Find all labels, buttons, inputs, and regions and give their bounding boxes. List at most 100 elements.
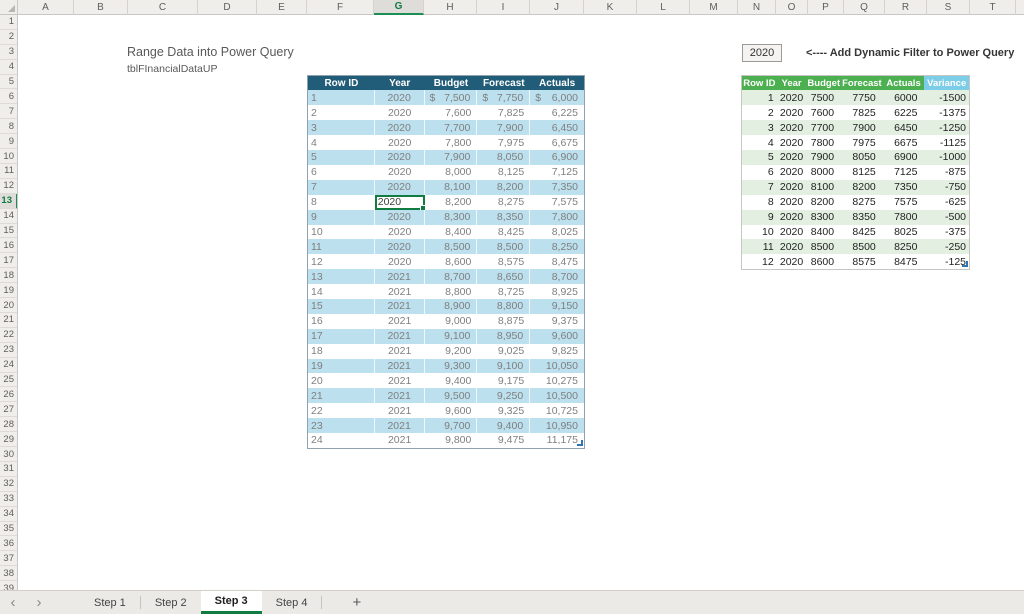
cell[interactable]: 8575: [841, 254, 883, 269]
cell[interactable]: 8425: [841, 225, 883, 240]
cell[interactable]: 8600: [806, 254, 841, 269]
cell[interactable]: 2020: [777, 180, 807, 195]
cell[interactable]: 14: [308, 284, 375, 299]
row-header-19[interactable]: 19: [0, 283, 18, 298]
tab-step-4[interactable]: Step 4: [262, 591, 322, 614]
cell[interactable]: 8,500: [425, 239, 478, 254]
cell[interactable]: 8,725: [477, 284, 530, 299]
cell[interactable]: 8100: [806, 180, 841, 195]
result-header-year[interactable]: Year: [777, 76, 807, 91]
cell[interactable]: 2020: [375, 165, 425, 180]
cell[interactable]: -875: [924, 165, 969, 180]
main-header-actuals[interactable]: Actuals: [530, 76, 584, 91]
cell[interactable]: 6: [308, 165, 375, 180]
column-header-K[interactable]: K: [584, 0, 637, 15]
cell[interactable]: 2021: [375, 388, 425, 403]
row-header-22[interactable]: 22: [0, 328, 18, 343]
cell[interactable]: 17: [308, 329, 375, 344]
cell[interactable]: 7825: [841, 105, 883, 120]
row-header-33[interactable]: 33: [0, 492, 18, 507]
cell[interactable]: 23: [308, 418, 375, 433]
cell[interactable]: 2021: [375, 433, 425, 448]
cell[interactable]: 5: [308, 150, 375, 165]
cell[interactable]: -625: [924, 195, 969, 210]
cell[interactable]: 3: [308, 120, 375, 135]
cell[interactable]: 6675: [883, 135, 925, 150]
cell[interactable]: $6,000: [530, 90, 584, 105]
main-header-row-id[interactable]: Row ID: [308, 76, 375, 91]
cell[interactable]: 9,500: [425, 388, 478, 403]
main-header-budget[interactable]: Budget: [425, 76, 478, 91]
cell[interactable]: 8475: [883, 254, 925, 269]
cell[interactable]: 9,150: [530, 299, 584, 314]
cell[interactable]: 8400: [806, 225, 841, 240]
cell[interactable]: 8,100: [425, 180, 478, 195]
result-header-actuals[interactable]: Actuals: [883, 76, 925, 91]
cell[interactable]: 9,100: [425, 329, 478, 344]
cell[interactable]: -1250: [924, 120, 969, 135]
row-header-6[interactable]: 6: [0, 90, 18, 105]
cell[interactable]: 2020: [777, 90, 807, 105]
cell[interactable]: 7700: [806, 120, 841, 135]
sheet-nav-prev-icon[interactable]: ‹: [0, 591, 26, 614]
cell[interactable]: 11,175: [530, 433, 584, 448]
row-header-28[interactable]: 28: [0, 417, 18, 432]
cell[interactable]: 7,575: [530, 195, 584, 210]
main-table-resize-handle[interactable]: [577, 440, 583, 446]
cell[interactable]: 7975: [841, 135, 883, 150]
row-header-9[interactable]: 9: [0, 134, 18, 149]
cell[interactable]: 2020: [375, 239, 425, 254]
cell[interactable]: 10,950: [530, 418, 584, 433]
cell[interactable]: 7: [742, 180, 777, 195]
cell[interactable]: 7,800: [530, 210, 584, 225]
cell[interactable]: 8,800: [425, 284, 478, 299]
cell[interactable]: 8,650: [477, 269, 530, 284]
row-header-20[interactable]: 20: [0, 298, 18, 313]
cell[interactable]: 21: [308, 388, 375, 403]
row-header-13[interactable]: 13: [0, 194, 18, 209]
cell[interactable]: 7,700: [425, 120, 478, 135]
row-header-21[interactable]: 21: [0, 313, 18, 328]
cell[interactable]: 2020: [777, 210, 807, 225]
cell[interactable]: 9,025: [477, 344, 530, 359]
cell[interactable]: 7800: [883, 210, 925, 225]
cell[interactable]: 8,200: [477, 180, 530, 195]
cell[interactable]: 8500: [841, 239, 883, 254]
result-header-budget[interactable]: Budget: [806, 76, 841, 91]
column-header-J[interactable]: J: [530, 0, 584, 15]
cell[interactable]: 2: [742, 105, 777, 120]
cell[interactable]: 8,600: [425, 254, 478, 269]
cell[interactable]: -1000: [924, 150, 969, 165]
cell[interactable]: 2020: [375, 105, 425, 120]
cell[interactable]: 6000: [883, 90, 925, 105]
select-all-corner[interactable]: [0, 0, 18, 15]
cell[interactable]: 10,725: [530, 403, 584, 418]
cell[interactable]: $7,500: [425, 90, 478, 105]
cell[interactable]: 8275: [841, 195, 883, 210]
row-header-15[interactable]: 15: [0, 224, 18, 239]
column-header-G[interactable]: G: [374, 0, 424, 15]
cell[interactable]: 9,400: [477, 418, 530, 433]
column-header-T[interactable]: T: [970, 0, 1016, 15]
cell[interactable]: 2021: [375, 359, 425, 374]
cell[interactable]: 8025: [883, 225, 925, 240]
cell[interactable]: 6,450: [530, 120, 584, 135]
row-header-26[interactable]: 26: [0, 388, 18, 403]
row-header-23[interactable]: 23: [0, 343, 18, 358]
cell[interactable]: 2021: [375, 418, 425, 433]
cell[interactable]: 2020: [375, 150, 425, 165]
cell[interactable]: 8,500: [477, 239, 530, 254]
column-header-L[interactable]: L: [637, 0, 690, 15]
cell[interactable]: -750: [924, 180, 969, 195]
cell[interactable]: 19: [308, 359, 375, 374]
cell[interactable]: -1125: [924, 135, 969, 150]
cell[interactable]: 13: [308, 269, 375, 284]
cell[interactable]: 8250: [883, 239, 925, 254]
cell[interactable]: -500: [924, 210, 969, 225]
cell[interactable]: 6,900: [530, 150, 584, 165]
cell[interactable]: 2020: [375, 225, 425, 240]
cell[interactable]: 8,475: [530, 254, 584, 269]
row-header-34[interactable]: 34: [0, 507, 18, 522]
cell[interactable]: 10: [742, 225, 777, 240]
cell[interactable]: 4: [742, 135, 777, 150]
